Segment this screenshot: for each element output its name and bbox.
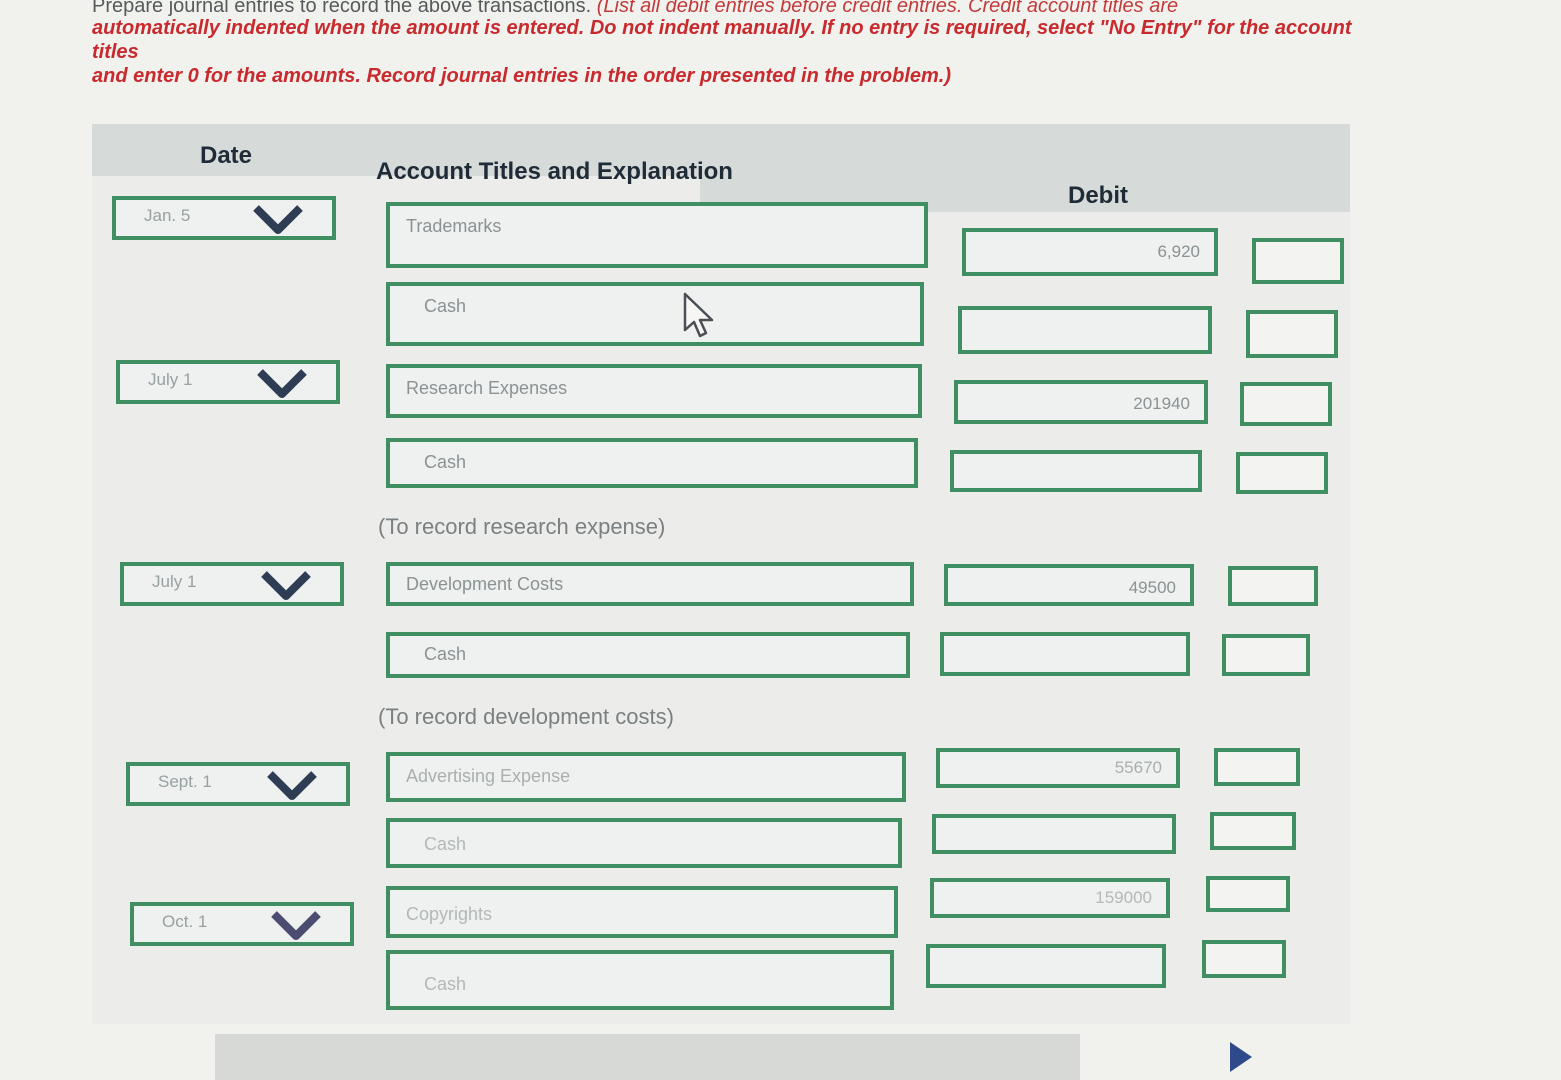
account-column-header: Account Titles and Explanation bbox=[376, 158, 733, 185]
account-title-field[interactable]: Cash bbox=[386, 282, 924, 346]
chevron-down-icon bbox=[257, 369, 307, 398]
credit-field[interactable] bbox=[1214, 748, 1300, 786]
chevron-down-icon bbox=[271, 911, 321, 940]
account-title-field[interactable]: Copyrights bbox=[386, 886, 898, 938]
debit-value: 159000 bbox=[1095, 888, 1152, 907]
account-title-value: Advertising Expense bbox=[406, 766, 571, 786]
date-select[interactable]: July 1 bbox=[116, 360, 340, 404]
credit-field[interactable] bbox=[1228, 566, 1318, 606]
credit-field[interactable] bbox=[1246, 310, 1338, 358]
date-value: Jan. 5 bbox=[144, 206, 191, 225]
account-title-value: Cash bbox=[424, 974, 467, 994]
next-arrow-icon[interactable] bbox=[1228, 1040, 1254, 1074]
debit-field[interactable] bbox=[950, 450, 1202, 492]
date-select[interactable]: Sept. 1 bbox=[126, 762, 350, 806]
chevron-down-icon bbox=[261, 571, 311, 600]
debit-field[interactable] bbox=[940, 632, 1190, 676]
chevron-down-icon bbox=[253, 205, 303, 234]
debit-field[interactable] bbox=[932, 814, 1176, 854]
debit-value: 6,920 bbox=[1157, 242, 1200, 261]
credit-field[interactable] bbox=[1202, 940, 1286, 978]
debit-field[interactable] bbox=[926, 944, 1166, 988]
date-value: Oct. 1 bbox=[162, 912, 208, 931]
mouse-pointer-icon bbox=[683, 292, 714, 338]
credit-field[interactable] bbox=[1210, 812, 1296, 850]
account-title-value: Trademarks bbox=[406, 216, 502, 236]
instructions: Prepare journal entries to record the ab… bbox=[92, 0, 1372, 88]
credit-field[interactable] bbox=[1240, 382, 1332, 426]
instructions-line3: and enter 0 for the amounts. Record jour… bbox=[92, 65, 952, 87]
chevron-down-icon bbox=[267, 771, 317, 800]
account-title-field[interactable]: Research Expenses bbox=[386, 364, 922, 418]
credit-field[interactable] bbox=[1206, 876, 1290, 912]
account-title-value: Copyrights bbox=[406, 904, 493, 924]
account-title-field[interactable]: Cash bbox=[386, 950, 894, 1010]
debit-field[interactable]: 159000 bbox=[930, 878, 1170, 918]
account-title-value: Research Expenses bbox=[406, 378, 568, 398]
debit-field[interactable]: 6,920 bbox=[962, 228, 1218, 276]
account-title-value: Cash bbox=[424, 834, 467, 854]
debit-field[interactable]: 55670 bbox=[936, 748, 1180, 788]
instructions-line1-red: (List all debit entries before credit en… bbox=[591, 0, 1179, 16]
account-title-field[interactable]: Cash bbox=[386, 438, 918, 488]
debit-field[interactable]: 201940 bbox=[954, 380, 1208, 424]
bottom-scrollbar[interactable] bbox=[215, 1034, 1080, 1080]
account-title-value: Development Costs bbox=[406, 574, 564, 594]
account-title-value: Cash bbox=[424, 644, 467, 664]
date-select[interactable]: Jan. 5 bbox=[112, 196, 336, 240]
entry-note: (To record development costs) bbox=[378, 704, 674, 729]
account-title-field[interactable]: Development Costs bbox=[386, 562, 914, 606]
account-title-field[interactable]: Cash bbox=[386, 632, 910, 678]
credit-field[interactable] bbox=[1222, 634, 1310, 676]
date-value: Sept. 1 bbox=[158, 772, 212, 791]
date-value: July 1 bbox=[148, 370, 193, 389]
debit-column-header: Debit bbox=[1068, 182, 1128, 209]
account-title-value: Cash bbox=[424, 452, 467, 472]
debit-value: 201940 bbox=[1133, 394, 1190, 413]
credit-field[interactable] bbox=[1252, 238, 1344, 284]
debit-value: 55670 bbox=[1114, 758, 1162, 777]
date-select[interactable]: Oct. 1 bbox=[130, 902, 354, 946]
debit-field[interactable]: 49500 bbox=[944, 564, 1194, 606]
instructions-line2: automatically indented when the amount i… bbox=[92, 17, 1352, 63]
account-title-value: Cash bbox=[424, 296, 467, 316]
account-title-field[interactable]: Trademarks bbox=[386, 202, 928, 268]
instructions-line1: Prepare journal entries to record the ab… bbox=[92, 0, 592, 16]
account-title-field[interactable]: Cash bbox=[386, 818, 902, 868]
entry-note: (To record research expense) bbox=[378, 514, 666, 539]
date-select[interactable]: July 1 bbox=[120, 562, 344, 606]
credit-field[interactable] bbox=[1236, 452, 1328, 494]
date-column-header: Date bbox=[200, 142, 253, 169]
debit-value: 49500 bbox=[1128, 578, 1176, 597]
date-value: July 1 bbox=[152, 572, 197, 591]
account-title-field[interactable]: Advertising Expense bbox=[386, 752, 906, 802]
debit-field[interactable] bbox=[958, 306, 1212, 354]
